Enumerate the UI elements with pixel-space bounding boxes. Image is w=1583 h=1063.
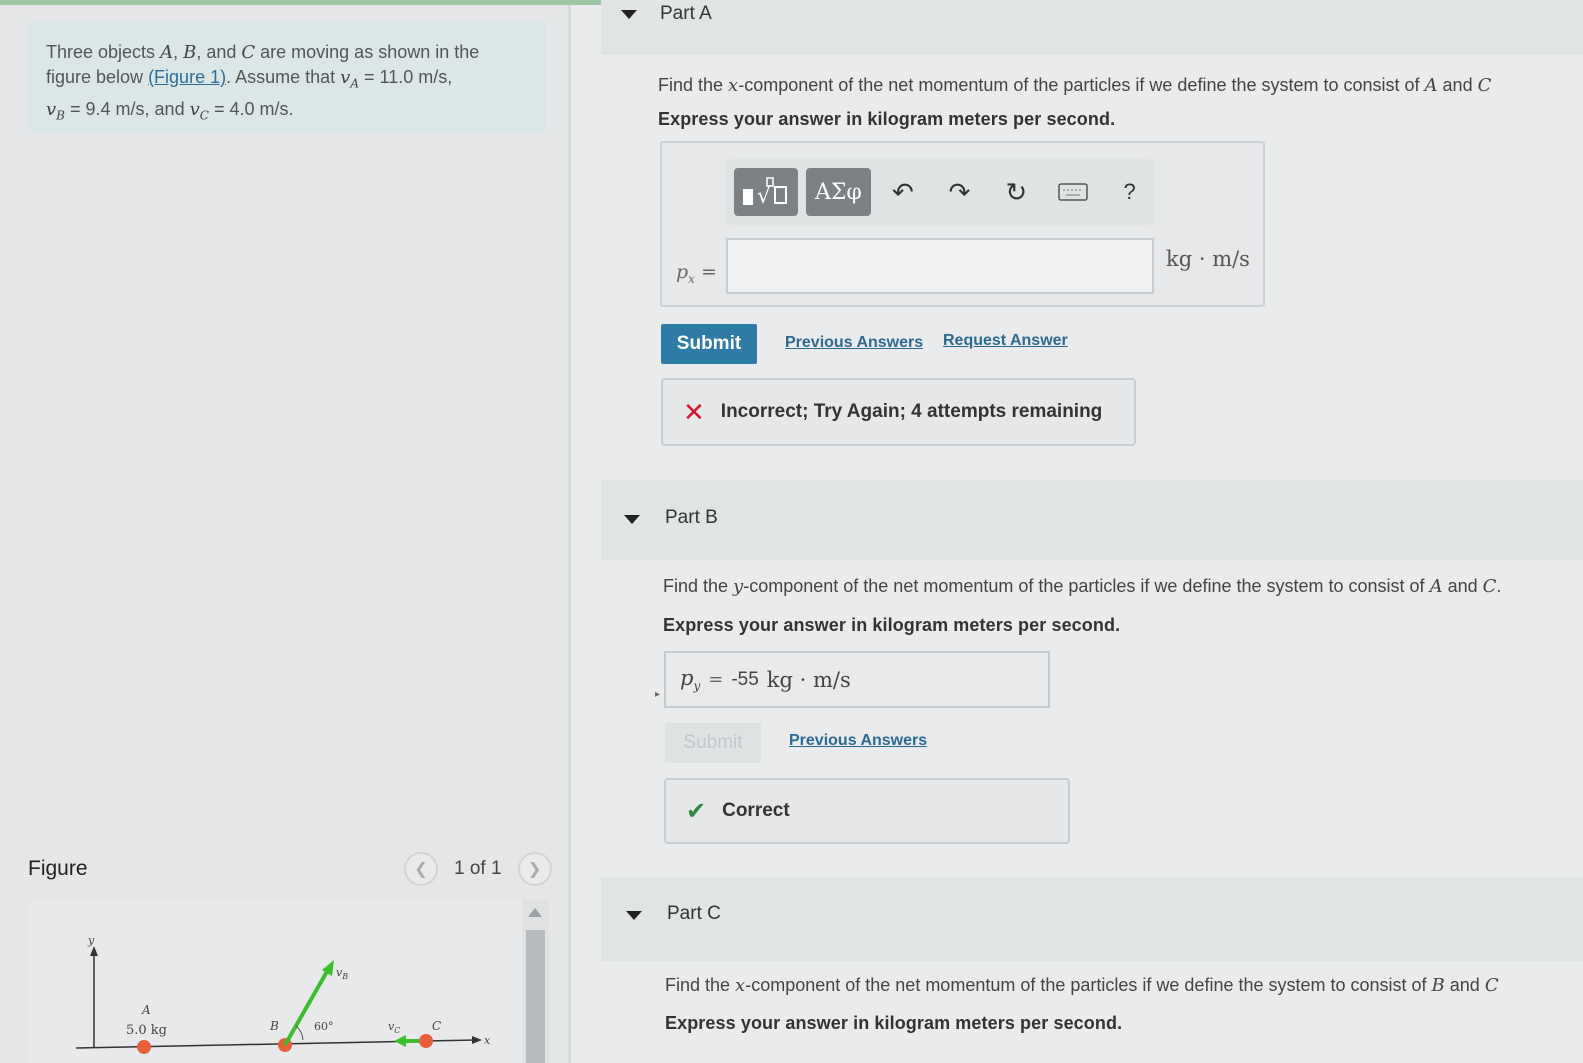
label-vc: vC	[388, 1020, 400, 1035]
problem-line-1: Three objects A, B, and C are moving as …	[46, 42, 480, 63]
scroll-up-icon[interactable]	[528, 908, 542, 917]
problem-statement: Three objects A, B, and C are moving as …	[28, 22, 546, 132]
greek-symbols-button[interactable]: ΑΣφ	[806, 168, 871, 216]
part-a-header[interactable]: Part A	[601, 0, 1583, 55]
py-value: -55	[731, 668, 759, 690]
scroll-thumb[interactable]	[526, 930, 545, 1063]
part-b-instruction: Express your answer in kilogram meters p…	[663, 615, 1121, 635]
part-a-feedback: ✕ Incorrect; Try Again; 4 attempts remai…	[661, 378, 1136, 446]
part-b-header[interactable]: Part B	[601, 480, 1583, 560]
y-axis-arrow	[90, 946, 98, 956]
problem-line-2: figure below (Figure 1). Assume that vA …	[46, 67, 453, 91]
redo-icon[interactable]: ↷	[935, 168, 984, 216]
parts-panel: Part A Find the x-component of the net m…	[571, 0, 1583, 1063]
x-mark-icon: ✕	[683, 396, 705, 427]
math-template-icon[interactable]: √	[734, 168, 799, 216]
part-a-instruction: Express your answer in kilogram meters p…	[658, 109, 1116, 129]
part-a-submit-button[interactable]: Submit	[661, 324, 757, 364]
part-b-question: Find the y-component of the net momentum…	[663, 576, 1502, 597]
velocity-vector-b	[283, 967, 331, 1046]
angle-label: 60°	[314, 1020, 334, 1033]
part-a-question: Find the x-component of the net momentum…	[658, 75, 1492, 96]
angle-arc	[295, 1025, 304, 1041]
keyboard-icon[interactable]	[1049, 168, 1098, 216]
part-b-feedback-text: Correct	[722, 800, 790, 821]
x-axis-arrow	[472, 1036, 482, 1044]
svg-text:√: √	[757, 184, 772, 207]
figure-link[interactable]: (Figure 1)	[148, 67, 226, 87]
part-a-title: Part A	[660, 3, 712, 24]
help-button[interactable]: ?	[1105, 168, 1154, 216]
figure-heading: Figure	[28, 857, 88, 880]
label-vb: vB	[336, 966, 348, 981]
figure-pager: ❮ 1 of 1 ❯	[404, 852, 552, 886]
label-b: B	[269, 1019, 279, 1033]
chevron-right-icon[interactable]: ❯	[517, 852, 552, 886]
keyboard-glyph	[1058, 183, 1088, 201]
collapse-triangle-icon[interactable]	[621, 10, 637, 19]
part-a-answer-box: √ ΑΣφ ↶ ↷ ↻ ? px = kg · m/s	[660, 141, 1265, 307]
mass-a: 5.0 kg	[126, 1023, 167, 1038]
part-b-previous-answers-link[interactable]: Previous Answers	[789, 732, 927, 750]
checkmark-icon: ✔	[686, 797, 707, 825]
velocity-arrow-c	[394, 1035, 406, 1047]
px-unit: kg · m/s	[1166, 247, 1250, 271]
part-c-title: Part C	[667, 903, 721, 924]
figure-scrollbar[interactable]	[522, 900, 549, 1063]
cursor-mark: ▸	[655, 689, 661, 700]
label-c: C	[432, 1019, 441, 1033]
chevron-left-icon[interactable]: ❮	[404, 852, 438, 886]
py-unit: kg · m/s	[766, 667, 851, 692]
part-c-header[interactable]: Part C	[601, 877, 1583, 961]
part-b-submit-button: Submit	[665, 723, 761, 763]
label-a: A	[141, 1003, 151, 1017]
part-b-title: Part B	[665, 507, 718, 528]
template-glyph: √	[743, 177, 788, 207]
reset-icon[interactable]: ↻	[992, 168, 1041, 216]
part-a-previous-answers-link[interactable]: Previous Answers	[785, 334, 923, 352]
collapse-triangle-icon[interactable]	[626, 911, 642, 920]
particle-a	[137, 1040, 151, 1054]
request-answer-link[interactable]: Request Answer	[943, 332, 1068, 350]
py-label: py	[680, 665, 701, 694]
momentum-figure: y x A 5.0 kg B 60° vB C vC	[75, 934, 491, 1054]
math-toolbar: √ ΑΣφ ↶ ↷ ↻ ?	[726, 159, 1154, 225]
part-c-instruction: Express your answer in kilogram meters p…	[665, 1013, 1123, 1033]
problem-line-3: vB = 9.4 m/s, and vC = 4.0 m/s.	[46, 98, 294, 123]
undo-icon[interactable]: ↶	[879, 168, 928, 216]
part-b-answer-display: py = -55 kg · m/s	[664, 651, 1050, 708]
px-answer-input[interactable]	[726, 238, 1154, 294]
px-label: px =	[676, 261, 717, 286]
collapse-triangle-icon[interactable]	[624, 515, 640, 524]
x-axis-label: x	[484, 1034, 491, 1047]
y-axis-label: y	[87, 934, 95, 947]
figure-count: 1 of 1	[454, 858, 502, 879]
figure-canvas: y x A 5.0 kg B 60° vB C vC	[28, 900, 528, 1063]
part-a-feedback-text: Incorrect; Try Again; 4 attempts remaini…	[720, 401, 1103, 422]
particle-c	[419, 1034, 433, 1048]
part-c-question: Find the x-component of the net momentum…	[665, 975, 1499, 996]
part-b-feedback: ✔ Correct	[664, 778, 1070, 844]
